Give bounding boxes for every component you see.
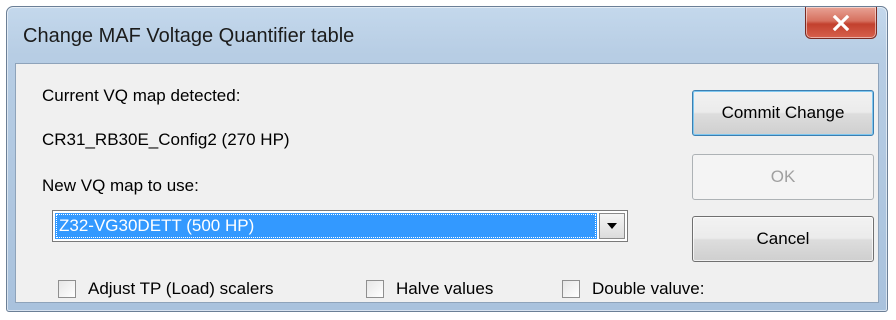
halve-values-checkbox-row[interactable]: Halve values — [366, 278, 493, 300]
adjust-tp-label: Adjust TP (Load) scalers — [88, 279, 274, 298]
double-values-label: Double valuve: — [592, 279, 705, 298]
adjust-tp-checkbox-row[interactable]: Adjust TP (Load) scalers — [58, 278, 274, 300]
new-map-label: New VQ map to use: — [42, 176, 199, 195]
chevron-down-icon — [607, 223, 617, 229]
close-button[interactable] — [805, 7, 877, 39]
dropdown-arrow-button[interactable] — [599, 213, 625, 239]
current-map-value: CR31_RB30E_Config2 (270 HP) — [42, 130, 290, 149]
vq-map-dropdown[interactable]: Z32-VG30DETT (500 HP) — [52, 210, 628, 242]
double-values-checkbox-row[interactable]: Double valuve: — [562, 278, 704, 300]
ok-button[interactable]: OK — [692, 154, 874, 200]
close-icon — [832, 14, 850, 31]
window-title: Change MAF Voltage Quantifier table — [23, 25, 355, 47]
cancel-button[interactable]: Cancel — [692, 216, 874, 262]
commit-change-button[interactable]: Commit Change — [692, 90, 874, 136]
halve-values-checkbox[interactable] — [366, 280, 384, 298]
dialog-body: Current VQ map detected: CR31_RB30E_Conf… — [15, 63, 879, 303]
dialog-window: Change MAF Voltage Quantifier table Curr… — [6, 6, 888, 312]
adjust-tp-checkbox[interactable] — [58, 280, 76, 298]
dropdown-selected-value: Z32-VG30DETT (500 HP) — [55, 213, 597, 239]
title-bar[interactable]: Change MAF Voltage Quantifier table — [7, 7, 887, 63]
current-map-label: Current VQ map detected: — [42, 86, 241, 105]
halve-values-label: Halve values — [396, 279, 494, 298]
double-values-checkbox[interactable] — [562, 280, 580, 298]
